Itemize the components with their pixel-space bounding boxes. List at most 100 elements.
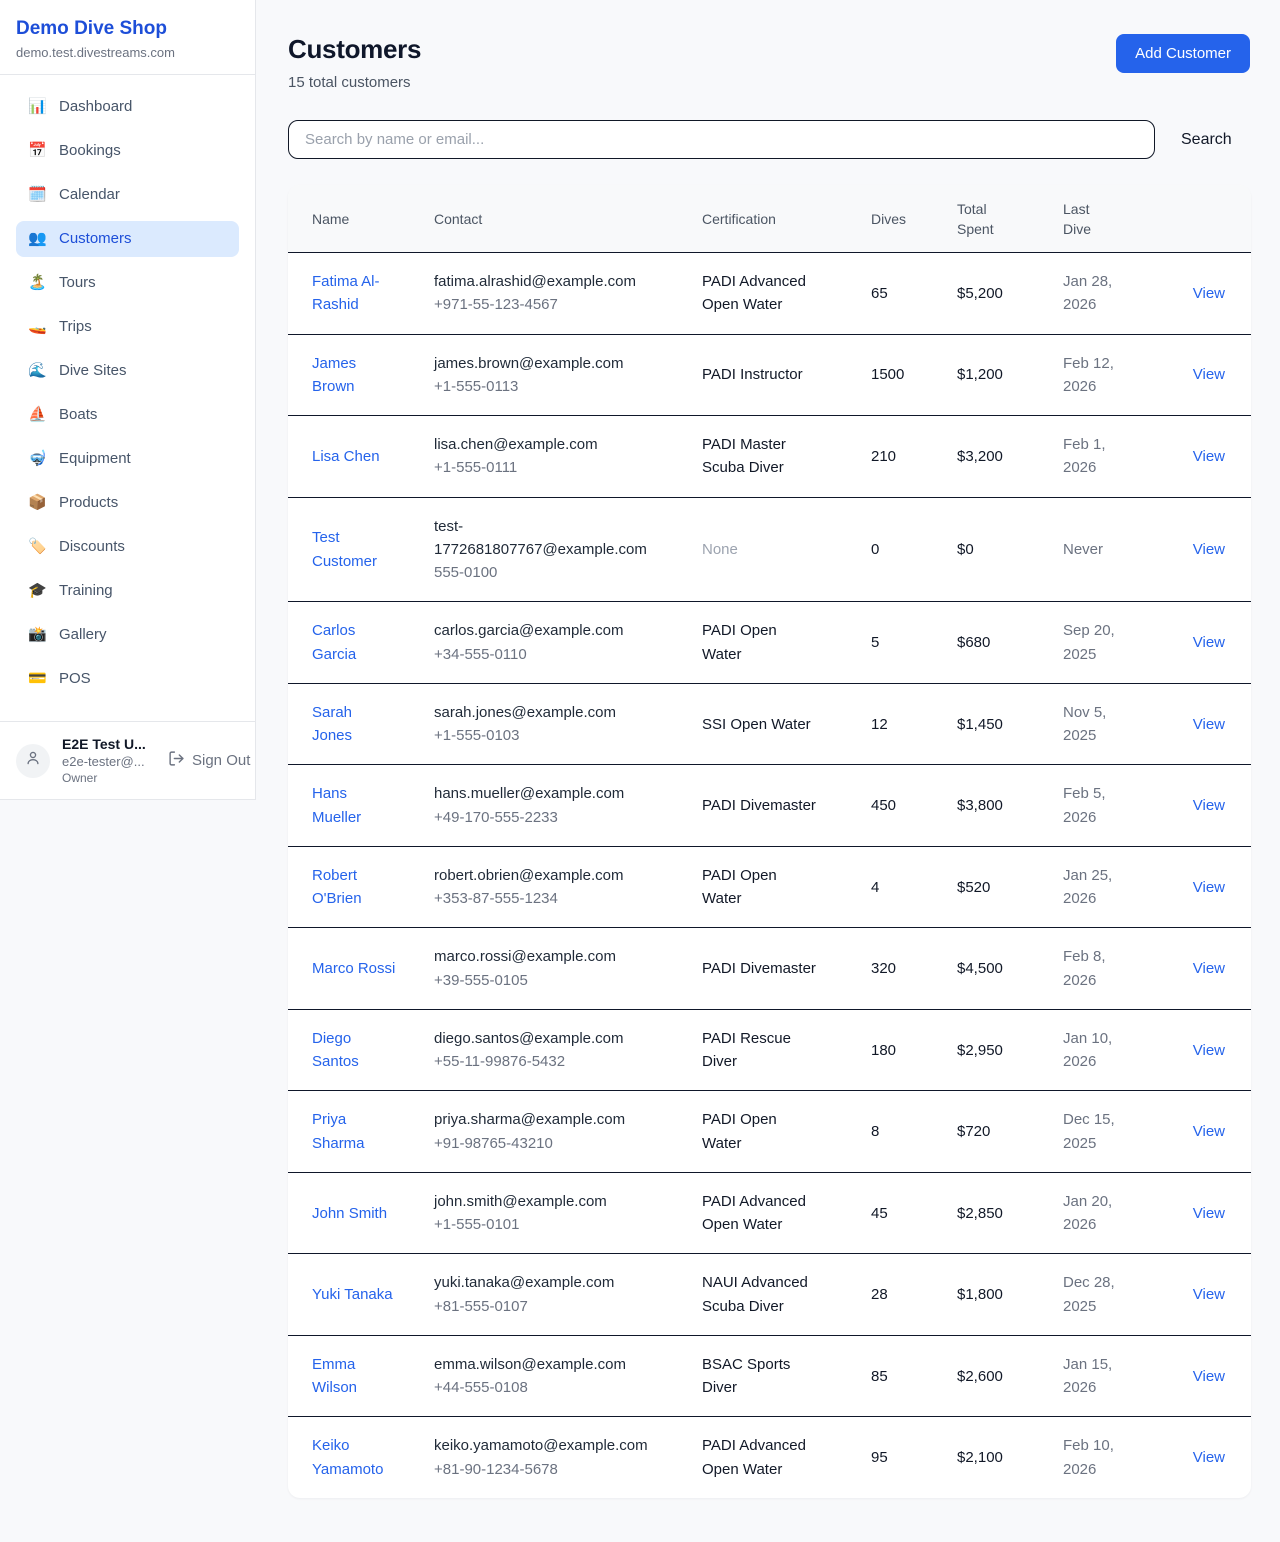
customer-certification: None <box>702 541 738 558</box>
view-customer-link[interactable]: View <box>1193 1449 1225 1466</box>
user-email: e2e-tester@... <box>62 754 154 769</box>
sidebar-item-calendar[interactable]: 🗓️ Calendar <box>16 177 239 213</box>
view-customer-link[interactable]: View <box>1193 634 1225 651</box>
sidebar-item-dive-sites[interactable]: 🌊 Dive Sites <box>16 353 239 389</box>
customer-dives: 0 <box>871 541 879 558</box>
view-customer-link[interactable]: View <box>1193 797 1225 814</box>
customer-name-link[interactable]: Priya Sharma <box>312 1111 365 1151</box>
sidebar-item-discounts[interactable]: 🏷️ Discounts <box>16 529 239 565</box>
customer-email: keiko.yamamoto@example.com <box>434 1434 654 1457</box>
customer-last-dive: Feb 12, 2026 <box>1063 355 1114 395</box>
customer-name-link[interactable]: Robert O'Brien <box>312 867 362 907</box>
customer-name-link[interactable]: Fatima Al-Rashid <box>312 273 380 313</box>
page-header: Customers 15 total customers Add Custome… <box>288 34 1250 91</box>
customer-email: lisa.chen@example.com <box>434 433 654 456</box>
customer-phone: +81-90-1234-5678 <box>434 1458 654 1481</box>
sign-out-button[interactable]: Sign Out <box>168 750 250 771</box>
sidebar-item-bookings[interactable]: 📅 Bookings <box>16 133 239 169</box>
customer-name-link[interactable]: Lisa Chen <box>312 448 380 465</box>
customer-phone: +1-555-0101 <box>434 1213 654 1236</box>
view-customer-link[interactable]: View <box>1193 366 1225 383</box>
customer-name-link[interactable]: Test Customer <box>312 529 377 569</box>
customer-email: john.smith@example.com <box>434 1190 654 1213</box>
sidebar: Demo Dive Shop demo.test.divestreams.com… <box>0 0 256 800</box>
customer-name-link[interactable]: Marco Rossi <box>312 960 395 977</box>
sign-out-label: Sign Out <box>192 752 250 769</box>
main-content: Customers 15 total customers Add Custome… <box>256 0 1280 1542</box>
table-header-row: Name Contact Certification Dives Total S… <box>288 185 1251 253</box>
customer-total-spent: $520 <box>957 879 990 896</box>
customer-count: 15 total customers <box>288 74 421 91</box>
customer-name-link[interactable]: Carlos Garcia <box>312 622 356 662</box>
sidebar-item-pos[interactable]: 💳 POS <box>16 661 239 697</box>
customer-dives: 95 <box>871 1449 888 1466</box>
customer-last-dive: Feb 8, 2026 <box>1063 948 1106 988</box>
view-customer-link[interactable]: View <box>1193 716 1225 733</box>
column-header-contact: Contact <box>434 185 702 253</box>
sidebar-item-boats[interactable]: ⛵ Boats <box>16 397 239 433</box>
wave-icon: 🌊 <box>28 363 46 378</box>
customer-dives: 210 <box>871 448 896 465</box>
customer-name-link[interactable]: Yuki Tanaka <box>312 1286 393 1303</box>
sidebar-item-training[interactable]: 🎓 Training <box>16 573 239 609</box>
customer-email: sarah.jones@example.com <box>434 701 654 724</box>
customer-certification: SSI Open Water <box>702 716 811 733</box>
customer-name-link[interactable]: Emma Wilson <box>312 1356 357 1396</box>
customer-name-link[interactable]: Sarah Jones <box>312 704 352 744</box>
customer-row: Test Customer test-1772681807767@example… <box>288 497 1251 602</box>
customer-name-link[interactable]: Keiko Yamamoto <box>312 1437 383 1477</box>
customer-name-link[interactable]: John Smith <box>312 1205 387 1222</box>
customer-last-dive: Jan 28, 2026 <box>1063 273 1112 313</box>
customer-email: marco.rossi@example.com <box>434 945 654 968</box>
sidebar-item-products[interactable]: 📦 Products <box>16 485 239 521</box>
customer-name-link[interactable]: James Brown <box>312 355 356 395</box>
customer-last-dive: Feb 1, 2026 <box>1063 436 1106 476</box>
add-customer-button[interactable]: Add Customer <box>1116 34 1250 73</box>
customer-total-spent: $1,200 <box>957 366 1003 383</box>
sidebar-item-dashboard[interactable]: 📊 Dashboard <box>16 89 239 125</box>
customer-email: carlos.garcia@example.com <box>434 619 654 642</box>
speedboat-icon: 🚤 <box>28 319 46 334</box>
customer-certification: PADI Rescue Diver <box>702 1030 791 1070</box>
view-customer-link[interactable]: View <box>1193 541 1225 558</box>
sidebar-item-trips[interactable]: 🚤 Trips <box>16 309 239 345</box>
shop-domain: demo.test.divestreams.com <box>16 45 239 60</box>
view-customer-link[interactable]: View <box>1193 1205 1225 1222</box>
customer-row: Diego Santos diego.santos@example.com +5… <box>288 1009 1251 1091</box>
search-input[interactable] <box>288 120 1155 159</box>
customer-last-dive: Dec 28, 2025 <box>1063 1274 1115 1314</box>
customer-certification: PADI Advanced Open Water <box>702 273 806 313</box>
customer-email: priya.sharma@example.com <box>434 1108 654 1131</box>
customer-total-spent: $2,950 <box>957 1042 1003 1059</box>
customer-row: Hans Mueller hans.mueller@example.com +4… <box>288 765 1251 847</box>
package-icon: 📦 <box>28 495 46 510</box>
customer-name-link[interactable]: Hans Mueller <box>312 785 361 825</box>
view-customer-link[interactable]: View <box>1193 879 1225 896</box>
customer-row: Fatima Al-Rashid fatima.alrashid@example… <box>288 253 1251 335</box>
view-customer-link[interactable]: View <box>1193 285 1225 302</box>
sidebar-item-gallery[interactable]: 📸 Gallery <box>16 617 239 653</box>
customer-row: Priya Sharma priya.sharma@example.com +9… <box>288 1091 1251 1173</box>
view-customer-link[interactable]: View <box>1193 1368 1225 1385</box>
spiral-calendar-icon: 🗓️ <box>28 187 46 202</box>
customer-last-dive: Jan 15, 2026 <box>1063 1356 1112 1396</box>
view-customer-link[interactable]: View <box>1193 1286 1225 1303</box>
search-button[interactable]: Search <box>1181 131 1232 149</box>
customer-certification: PADI Master Scuba Diver <box>702 436 786 476</box>
customer-row: James Brown james.brown@example.com +1-5… <box>288 334 1251 416</box>
sidebar-item-equipment[interactable]: 🤿 Equipment <box>16 441 239 477</box>
sidebar-item-customers[interactable]: 👥 Customers <box>16 221 239 257</box>
sidebar-item-tours[interactable]: 🏝️ Tours <box>16 265 239 301</box>
logout-icon <box>168 750 192 771</box>
customer-total-spent: $680 <box>957 634 990 651</box>
view-customer-link[interactable]: View <box>1193 960 1225 977</box>
customer-dives: 28 <box>871 1286 888 1303</box>
view-customer-link[interactable]: View <box>1193 1123 1225 1140</box>
customer-name-link[interactable]: Diego Santos <box>312 1030 359 1070</box>
customer-row: Robert O'Brien robert.obrien@example.com… <box>288 846 1251 928</box>
view-customer-link[interactable]: View <box>1193 448 1225 465</box>
view-customer-link[interactable]: View <box>1193 1042 1225 1059</box>
diving-mask-icon: 🤿 <box>28 451 46 466</box>
customer-total-spent: $2,850 <box>957 1205 1003 1222</box>
column-header-name: Name <box>288 185 434 253</box>
